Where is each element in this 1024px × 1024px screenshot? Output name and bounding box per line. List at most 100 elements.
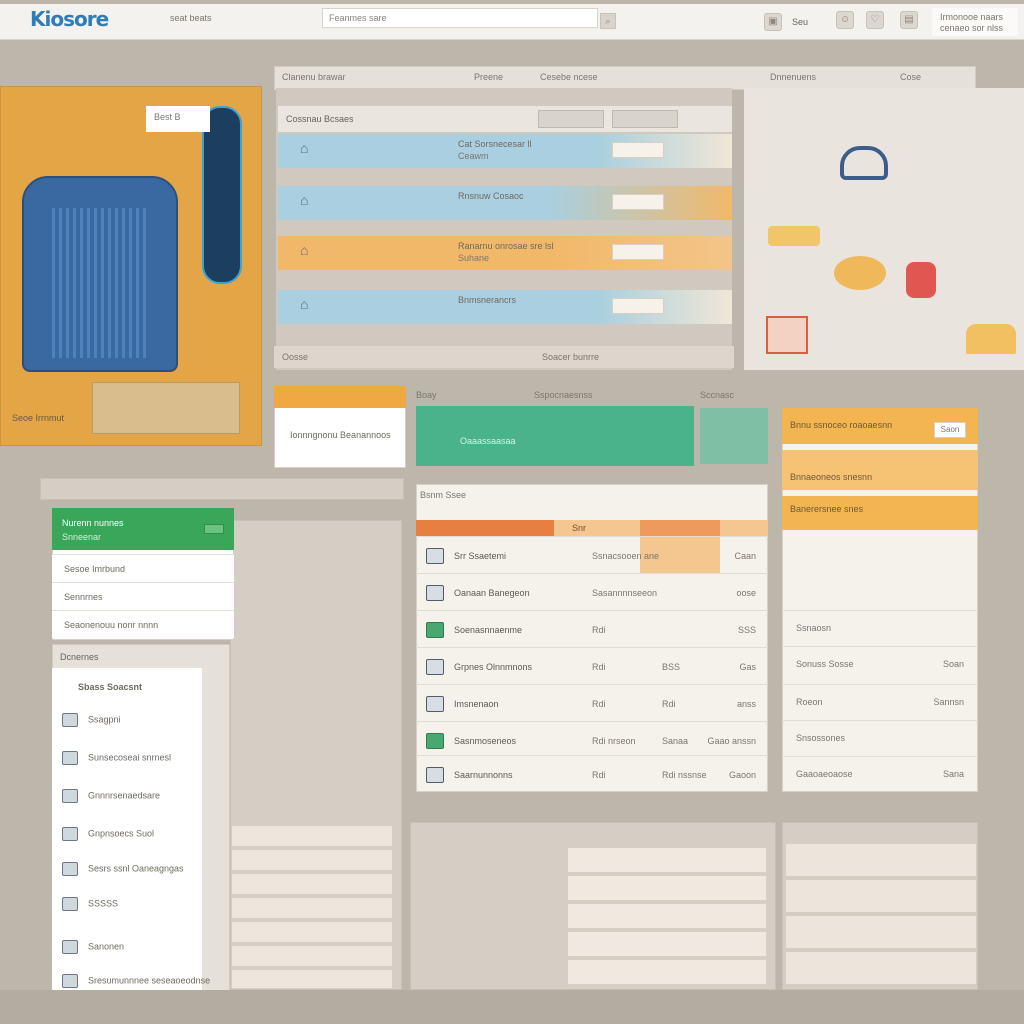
product-icon bbox=[426, 659, 444, 675]
category-icon bbox=[62, 940, 78, 954]
section-label: Boay bbox=[416, 390, 437, 400]
product-image bbox=[966, 324, 1016, 354]
table-title: Bsnm Ssee bbox=[420, 490, 467, 500]
category-heading: Sbass Soacsnt bbox=[78, 682, 143, 692]
checkout-option[interactable]: Banerersnee snes bbox=[782, 496, 978, 530]
checkout-line[interactable]: Gaaoaeoaose Sana bbox=[782, 756, 978, 792]
category-item[interactable]: Sunsecoseai snrnesl bbox=[62, 751, 171, 765]
cart-icon[interactable]: ▣ bbox=[764, 13, 782, 31]
headphones-image bbox=[840, 146, 888, 180]
list-card-badge bbox=[204, 524, 224, 534]
category-item[interactable]: Gnnnrsenaedsare bbox=[62, 789, 160, 803]
category-icon bbox=[62, 897, 78, 911]
list-item[interactable]: Sennrnes bbox=[52, 582, 234, 610]
deals-footer-left: Oosse bbox=[282, 352, 309, 362]
category-item[interactable]: SSSSS bbox=[62, 897, 118, 911]
promo-card-header bbox=[274, 386, 406, 408]
account-line2: cenaeo sor nlss bbox=[940, 23, 1004, 33]
category-icon bbox=[62, 827, 78, 841]
deals-tab-4[interactable]: Dnnenuens bbox=[770, 72, 816, 82]
product-icon bbox=[426, 622, 444, 638]
category-item[interactable]: Sanonen bbox=[62, 940, 124, 954]
product-image bbox=[766, 316, 808, 354]
section-label: Sccnasc bbox=[700, 390, 735, 400]
deals-tab-2[interactable]: Preene bbox=[474, 72, 503, 82]
table-row[interactable]: Soenasnnaenme Rdi SSS bbox=[416, 610, 768, 647]
section-label: Sspocnaesnss bbox=[534, 390, 593, 400]
category-item[interactable]: Gnpnsoecs Suol bbox=[62, 827, 154, 841]
deals-tab-5[interactable]: Cose bbox=[900, 72, 921, 82]
deal-row[interactable]: ⌂ Ranarnu onrosae sre lsl Suhane bbox=[278, 236, 732, 270]
deal-price-pill bbox=[612, 244, 664, 260]
checkout-option[interactable]: Bnnaeoneos snesnn bbox=[782, 450, 978, 490]
table-row[interactable]: Oanaan Banegeon Sasannnnseeon oose bbox=[416, 573, 768, 610]
product-image bbox=[906, 262, 936, 298]
list-card-title: Nurenn nunnes bbox=[62, 518, 124, 528]
checkout-line[interactable]: Snsossones bbox=[782, 720, 978, 756]
logo[interactable]: Kiosore bbox=[30, 7, 109, 31]
product-image bbox=[768, 226, 820, 246]
teal-banner-text: Oaaassaasaa bbox=[460, 436, 516, 446]
category-icon bbox=[62, 974, 78, 988]
list-card-header: Nurenn nunnes Snneenar bbox=[52, 508, 234, 550]
category-icon bbox=[62, 751, 78, 765]
heart-icon[interactable]: ♡ bbox=[866, 11, 884, 29]
deal-row[interactable]: ⌂ Rnsnuw Cosaoc bbox=[278, 186, 732, 220]
deals-filter-button[interactable] bbox=[538, 110, 604, 128]
table-row[interactable]: Imsnenaon Rdi Rdi anss bbox=[416, 684, 768, 721]
list-item[interactable]: Seaonenouu nonr nnnn bbox=[52, 610, 234, 638]
deal-row[interactable]: ⌂ Cat Sorsnecesar ll Ceawm bbox=[278, 134, 732, 168]
teal-banner[interactable] bbox=[416, 406, 694, 466]
category-item[interactable]: Sresumunnnee seseaoeodnse bbox=[62, 974, 210, 988]
deal-icon: ⌂ bbox=[300, 242, 309, 258]
deal-title: Rnsnuw Cosaoc bbox=[458, 191, 524, 201]
list-card-subtitle: Snneenar bbox=[62, 532, 102, 542]
table-row[interactable]: Grpnes Olnnmnons Rdi BSS Gas bbox=[416, 647, 768, 684]
deals-tab-1[interactable]: Clanenu brawar bbox=[282, 72, 346, 82]
table-header-col bbox=[416, 520, 554, 536]
deals-sort-button[interactable] bbox=[612, 110, 678, 128]
top-link[interactable]: seat beats bbox=[170, 13, 212, 23]
deal-title: Bnmsnerancrs bbox=[458, 295, 517, 305]
deal-icon: ⌂ bbox=[300, 192, 309, 208]
deal-title: Cat Sorsnecesar ll bbox=[458, 139, 532, 149]
user-icon[interactable]: ☺ bbox=[836, 11, 854, 29]
deal-row[interactable]: ⌂ Bnmsnerancrs bbox=[278, 290, 732, 324]
category-icon bbox=[62, 789, 78, 803]
product-icon bbox=[426, 733, 444, 749]
checkout-button[interactable]: Saon bbox=[934, 422, 966, 438]
deal-title: Ranarnu onrosae sre lsl bbox=[458, 241, 554, 251]
background-list bbox=[786, 844, 976, 988]
list-item[interactable]: Sesoe Imrbund bbox=[52, 554, 234, 582]
deals-footer-mid[interactable]: Soacer bunrre bbox=[542, 352, 599, 362]
background-panel bbox=[40, 478, 404, 500]
table-row[interactable]: Srr Ssaetemi Ssnacsooen ane Caan bbox=[416, 536, 768, 573]
background-list bbox=[568, 848, 766, 988]
checkout-line[interactable]: Ssnaosn bbox=[782, 610, 978, 646]
account-menu[interactable]: Irmonooe naars cenaeo sor nlss bbox=[932, 8, 1018, 36]
bottom-strip bbox=[0, 990, 1024, 1024]
category-panel-title: Dcnernes bbox=[60, 652, 99, 662]
sign-in-link[interactable]: Seu bbox=[792, 17, 808, 27]
deal-sub: Ceawm bbox=[458, 151, 489, 161]
search-input[interactable]: Feanmes sare bbox=[322, 8, 598, 28]
deal-sub: Suhane bbox=[458, 253, 490, 263]
category-item[interactable]: Ssagpni bbox=[62, 713, 121, 727]
deal-price-pill bbox=[612, 142, 664, 158]
product-icon bbox=[426, 767, 444, 783]
tool-image bbox=[202, 106, 242, 284]
checkout-line[interactable]: Roeon Sannsn bbox=[782, 684, 978, 720]
deals-tab-3[interactable]: Cesebe ncese bbox=[540, 72, 598, 82]
table-row[interactable]: Sasnmoseneos Rdi nrseon Sanaa Gaao anssn bbox=[416, 721, 768, 758]
bag-icon[interactable]: ▤ bbox=[900, 11, 918, 29]
search-icon[interactable]: ⌕ bbox=[600, 13, 616, 29]
promo-card-text: Ionnngnonu Beanannoos bbox=[290, 430, 391, 440]
table-header-label: Snr bbox=[572, 523, 587, 533]
table-row[interactable]: Saarnunnonns Rdi Rdi nssnse Gaoon bbox=[416, 755, 768, 792]
category-item[interactable]: Sesrs ssnl Oaneagngas bbox=[62, 862, 184, 876]
checkout-line[interactable]: Sonuss Sosse Soan bbox=[782, 646, 978, 682]
promo-footer: Seoe Irrnmut bbox=[12, 413, 65, 423]
deal-icon: ⌂ bbox=[300, 296, 309, 312]
deals-tabbar bbox=[274, 66, 976, 90]
teal-tile[interactable] bbox=[700, 408, 768, 464]
